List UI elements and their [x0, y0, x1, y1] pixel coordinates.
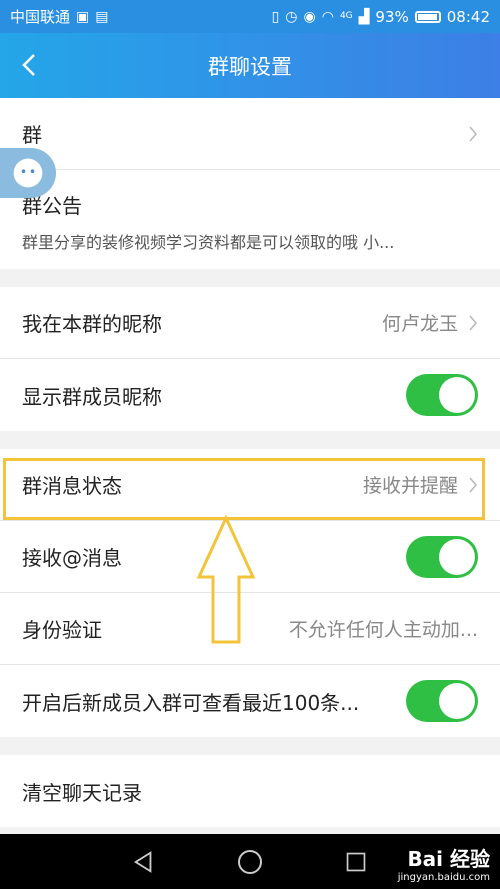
clock: 08:42 — [446, 7, 490, 26]
identity-verify-value: 不允许任何人主动加... — [288, 619, 478, 641]
header: 群聊设置 — [0, 33, 500, 98]
show-nickname-row: 显示群成员昵称 — [0, 359, 500, 431]
my-nickname-label: 我在本群的昵称 — [22, 312, 162, 336]
floating-assistant-icon[interactable] — [0, 148, 56, 198]
alarm-icon: ◷ — [285, 8, 298, 25]
network-type: 4G — [339, 11, 353, 21]
nav-back-button[interactable] — [131, 849, 157, 875]
clear-section: 清空聊天记录 — [0, 755, 500, 827]
history-visible-toggle[interactable] — [406, 680, 478, 722]
highlight-box — [3, 458, 485, 520]
carrier-name: 中国联通 — [10, 8, 71, 26]
watermark-url: jingyan.baidu.com — [397, 872, 490, 883]
group-name-row[interactable]: 群 — [0, 98, 500, 170]
receive-at-toggle[interactable] — [406, 535, 478, 578]
identity-verify-label: 身份验证 — [22, 618, 102, 642]
chevron-left-icon — [22, 54, 35, 76]
battery-percent: 93% — [375, 7, 409, 26]
eye-icon: ◉ — [303, 8, 316, 25]
my-nickname-value: 何卢龙玉 — [381, 313, 458, 335]
show-nickname-label: 显示群成员昵称 — [22, 384, 162, 409]
announcement-label: 群公告 — [22, 194, 82, 218]
history-visible-label: 开启后新成员入群可查看最近100条... — [22, 690, 360, 715]
square-recent-icon — [346, 852, 366, 871]
announcement-row[interactable]: 群公告 群里分享的装修视频学习资料都是可以领取的哦 小... — [0, 170, 500, 269]
group-name-label: 群 — [22, 123, 42, 147]
circle-home-icon — [238, 849, 262, 874]
chevron-right-icon — [469, 125, 478, 142]
wifi-icon: ◠ — [321, 8, 334, 25]
announcement-text: 群里分享的装修视频学习资料都是可以领取的哦 小... — [22, 233, 395, 252]
my-nickname-row[interactable]: 我在本群的昵称 何卢龙玉 — [0, 287, 500, 359]
member-section: 我在本群的昵称 何卢龙玉 显示群成员昵称 — [0, 287, 500, 431]
nav-home-button[interactable] — [237, 849, 263, 875]
clear-history-label: 清空聊天记录 — [22, 780, 142, 805]
watermark-brand: Bai 经验 — [407, 847, 490, 871]
clear-history-row[interactable]: 清空聊天记录 — [0, 755, 500, 827]
image-icon: ▤ — [95, 8, 109, 25]
arrow-up-annotation — [196, 515, 256, 644]
signal-icon: ▟ — [358, 8, 370, 25]
page-title: 群聊设置 — [208, 54, 292, 79]
notification-icon: ▣ — [76, 8, 90, 25]
back-button[interactable] — [14, 49, 44, 81]
chevron-right-icon — [469, 314, 478, 331]
triangle-back-icon — [133, 850, 152, 873]
watermark: Bai 经验 jingyan.baidu.com — [398, 843, 490, 883]
show-nickname-toggle[interactable] — [406, 374, 478, 416]
vibrate-icon: ▯ — [271, 8, 280, 25]
status-bar: 中国联通 ▣ ▤ ▯ ◷ ◉ ◠ 4G ▟ 93% 08:42 — [0, 0, 500, 33]
history-visible-row: 开启后新成员入群可查看最近100条... — [0, 665, 500, 737]
penguin-face-icon — [13, 158, 43, 188]
group-info-section: 群 群公告 群里分享的装修视频学习资料都是可以领取的哦 小... — [0, 98, 500, 269]
receive-at-label: 接收@消息 — [22, 546, 122, 570]
battery-icon — [414, 10, 441, 23]
nav-recent-button[interactable] — [343, 849, 369, 875]
